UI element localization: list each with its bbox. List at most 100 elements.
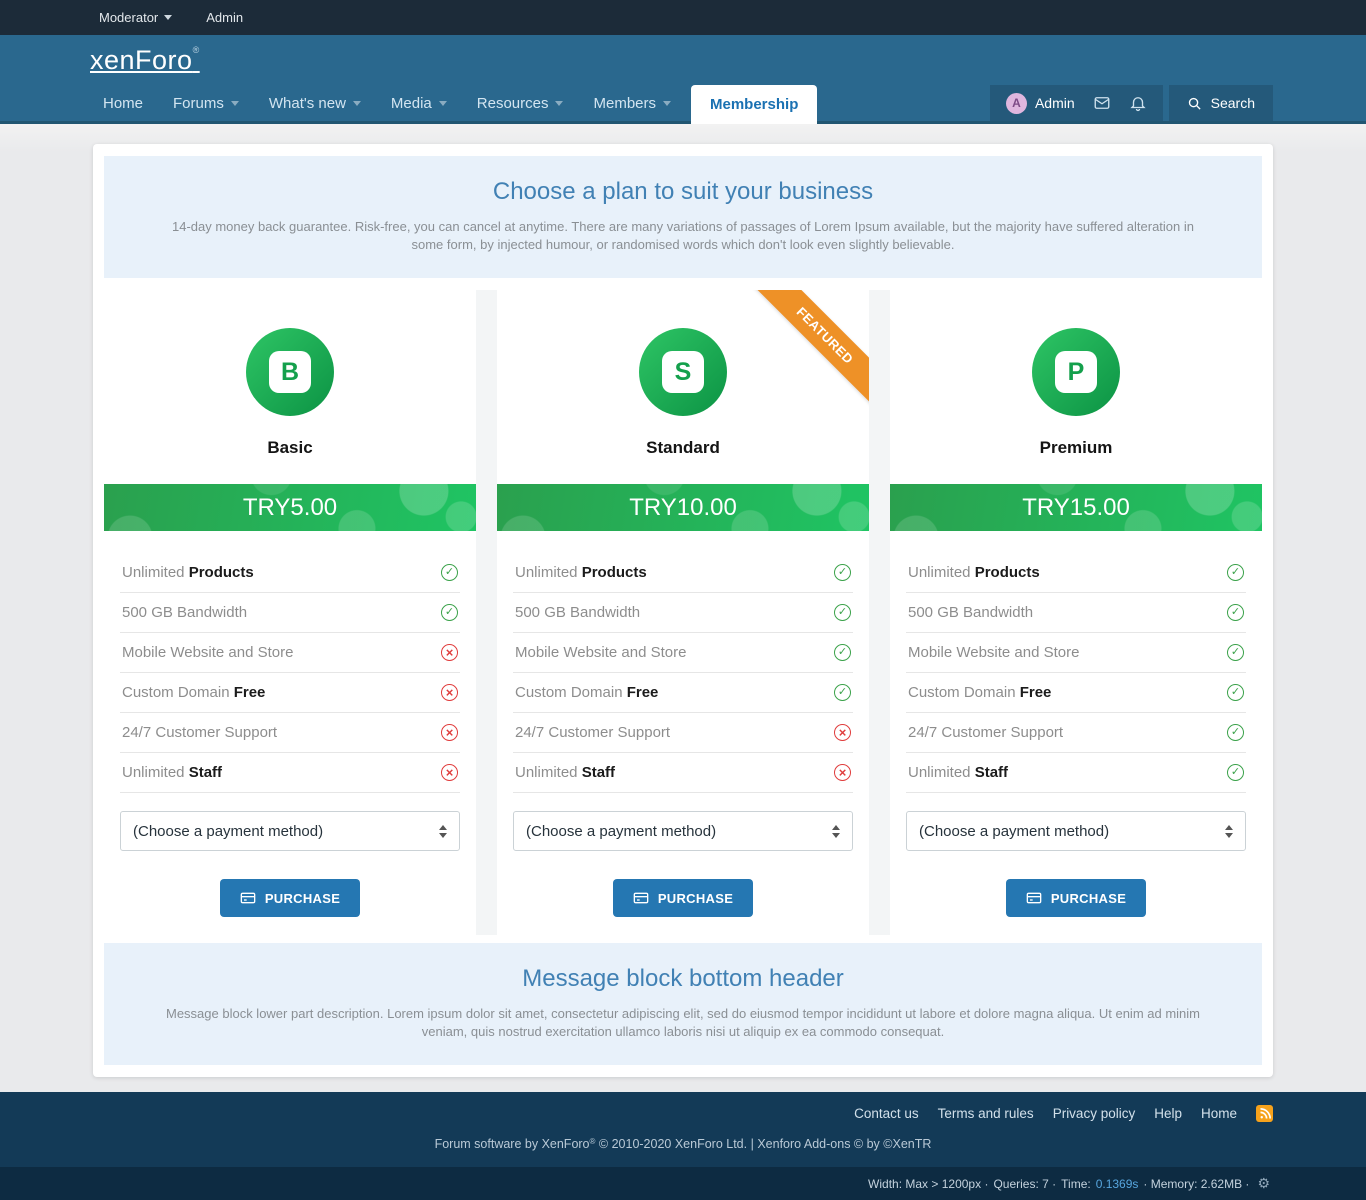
xenforo-copyright-link[interactable]: Forum software by XenForo® © 2010-2020 X… (435, 1137, 748, 1151)
envelope-icon[interactable] (1093, 94, 1111, 112)
nav-whats-new[interactable]: What's new (259, 85, 371, 121)
copyright-separator: | (751, 1137, 754, 1151)
nav-members[interactable]: Members (583, 85, 681, 121)
feature-row: Unlimited Products (120, 553, 460, 593)
debug-time-value[interactable]: 0.1369s (1096, 1177, 1139, 1191)
bottom-message-title: Message block bottom header (164, 965, 1202, 993)
page-title: Choose a plan to suit your business (164, 178, 1202, 206)
intro-description: 14-day money back guarantee. Risk-free, … (164, 218, 1202, 254)
account-menu[interactable]: A Admin (1006, 93, 1075, 114)
nav-home[interactable]: Home (93, 85, 153, 121)
page-body: Choose a plan to suit your business 14-d… (0, 124, 1366, 1092)
chevron-down-icon (231, 101, 239, 106)
payment-method-select[interactable]: (Choose a payment method) (513, 811, 853, 851)
rss-icon[interactable] (1256, 1105, 1273, 1122)
feature-status-icon (441, 604, 458, 621)
feature-label: 24/7 Customer Support (515, 724, 670, 741)
nav-forums[interactable]: Forums (163, 85, 249, 121)
feature-label: Mobile Website and Store (908, 644, 1079, 661)
payment-method-select[interactable]: (Choose a payment method) (120, 811, 460, 851)
feature-status-icon (441, 684, 458, 701)
feature-label: 500 GB Bandwidth (515, 604, 640, 621)
chevron-down-icon (164, 15, 172, 20)
purchase-button-label: PURCHASE (1051, 891, 1126, 906)
logo-text: xenForo (90, 45, 193, 75)
feature-row: Unlimited Products (513, 553, 853, 593)
top-message-block: Choose a plan to suit your business 14-d… (104, 156, 1262, 278)
feature-label: Mobile Website and Store (515, 644, 686, 661)
nav-media[interactable]: Media (381, 85, 457, 121)
nav-resources-label: Resources (477, 95, 549, 112)
select-spinner-icon (832, 825, 840, 838)
feature-label: 500 GB Bandwidth (122, 604, 247, 621)
footer-terms[interactable]: Terms and rules (938, 1106, 1034, 1121)
user-toolbar: A Admin (990, 85, 1163, 121)
feature-label: Unlimited Products (515, 564, 647, 581)
feature-row: 500 GB Bandwidth (513, 593, 853, 633)
feature-label: 24/7 Customer Support (908, 724, 1063, 741)
plan-letter-badge: P (1055, 351, 1097, 393)
plan-card-premium: P Premium TRY15.00 Unlimited Products 50… (890, 290, 1262, 935)
moderator-menu[interactable]: Moderator (99, 10, 172, 25)
feature-status-icon (1227, 604, 1244, 621)
nav-resources[interactable]: Resources (467, 85, 574, 121)
chevron-down-icon (353, 101, 361, 106)
feature-label: Mobile Website and Store (122, 644, 293, 661)
debug-memory: · Memory: 2.62MB · (1143, 1177, 1249, 1191)
xenforo-logo[interactable]: xenForo® (90, 45, 200, 76)
debug-bar: Width: Max > 1200px · Queries: 7 · Time:… (0, 1167, 1366, 1200)
chevron-down-icon (663, 101, 671, 106)
footer-home[interactable]: Home (1201, 1106, 1237, 1121)
feature-label: Unlimited Staff (122, 764, 222, 781)
feature-status-icon (1227, 684, 1244, 701)
price-banner: TRY10.00 (497, 484, 869, 531)
feature-row: 500 GB Bandwidth (120, 593, 460, 633)
gear-icon[interactable]: ⚙ (1257, 1175, 1270, 1192)
feature-row: Custom Domain Free (513, 673, 853, 713)
tab-membership-label: Membership (710, 96, 798, 113)
purchase-button[interactable]: PURCHASE (613, 879, 753, 917)
feature-label: 500 GB Bandwidth (908, 604, 1033, 621)
footer-privacy[interactable]: Privacy policy (1053, 1106, 1136, 1121)
nav-home-label: Home (103, 95, 143, 112)
feature-label: Custom Domain Free (515, 684, 658, 701)
select-spinner-icon (439, 825, 447, 838)
payment-method-select[interactable]: (Choose a payment method) (906, 811, 1246, 851)
chevron-down-icon (555, 101, 563, 106)
nav-forums-label: Forums (173, 95, 224, 112)
feature-row: Mobile Website and Store (513, 633, 853, 673)
tab-membership[interactable]: Membership (691, 85, 817, 124)
chevron-down-icon (439, 101, 447, 106)
feature-status-icon (834, 564, 851, 581)
membership-card: Choose a plan to suit your business 14-d… (93, 144, 1273, 1077)
feature-row: 500 GB Bandwidth (906, 593, 1246, 633)
pricing-plans: B Basic TRY5.00 Unlimited Products 500 G… (104, 290, 1262, 935)
bell-icon[interactable] (1129, 94, 1147, 112)
feature-status-icon (441, 764, 458, 781)
search-button[interactable]: Search (1169, 85, 1273, 121)
footer-contact-us[interactable]: Contact us (854, 1106, 919, 1121)
feature-status-icon (1227, 764, 1244, 781)
plan-card-basic: B Basic TRY5.00 Unlimited Products 500 G… (104, 290, 476, 935)
username-label: Admin (1035, 95, 1075, 111)
payment-select-value: (Choose a payment method) (919, 823, 1109, 840)
feature-row: Unlimited Staff (120, 753, 460, 793)
purchase-button[interactable]: PURCHASE (1006, 879, 1146, 917)
purchase-button[interactable]: PURCHASE (220, 879, 360, 917)
feature-status-icon (441, 644, 458, 661)
moderator-bar: Moderator Admin (0, 0, 1366, 35)
footer-help[interactable]: Help (1154, 1106, 1182, 1121)
feature-label: Unlimited Products (122, 564, 254, 581)
price-banner: TRY15.00 (890, 484, 1262, 531)
addons-copyright-link[interactable]: Xenforo Add-ons © by ©XenTR (757, 1137, 931, 1151)
credit-card-icon (633, 890, 649, 906)
nav-media-label: Media (391, 95, 432, 112)
admin-link[interactable]: Admin (206, 10, 243, 25)
feature-label: Custom Domain Free (908, 684, 1051, 701)
price-label: TRY15.00 (1022, 494, 1130, 522)
debug-queries: Queries: 7 · (993, 1177, 1056, 1191)
search-icon (1187, 96, 1202, 111)
feature-label: Unlimited Staff (515, 764, 615, 781)
feature-status-icon (834, 644, 851, 661)
feature-status-icon (441, 724, 458, 741)
